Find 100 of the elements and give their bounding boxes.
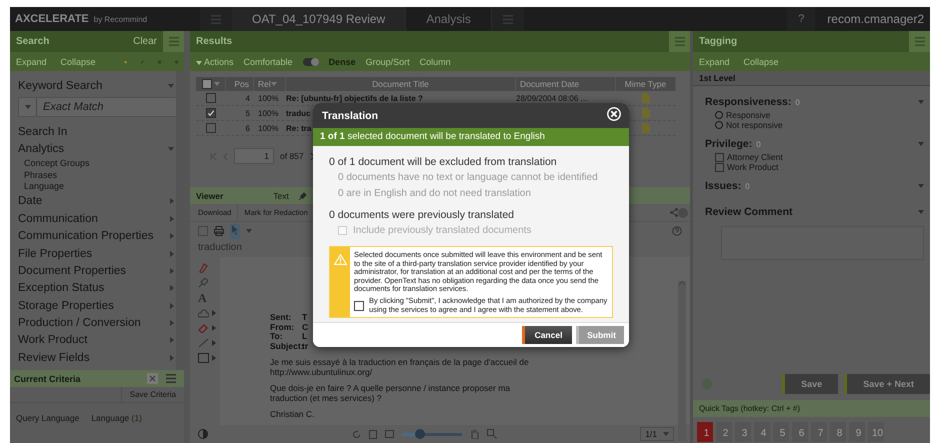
criteria-tab[interactable]: Query Language — [16, 413, 80, 423]
facet-item[interactable]: Document Properties — [18, 264, 126, 277]
column-header[interactable]: Rel — [254, 77, 286, 91]
facet-item[interactable]: Storage Properties — [18, 300, 114, 312]
criteria-tab[interactable]: Language (1) — [91, 413, 142, 423]
quick-tag[interactable]: 2 — [716, 422, 732, 442]
save-criteria-button[interactable]: Save Criteria — [120, 387, 184, 402]
quick-tag[interactable]: 9 — [849, 422, 865, 442]
email-field-label: To: — [270, 332, 284, 342]
highlighter-icon[interactable] — [198, 263, 208, 273]
row-checkbox[interactable] — [206, 123, 216, 133]
email-field-label: From: — [270, 322, 296, 332]
toolbar-link[interactable]: Collapse — [744, 56, 779, 66]
sub-facet-link[interactable]: Concept Groups — [18, 158, 174, 170]
save-button[interactable]: Save + Next — [844, 374, 930, 394]
print-icon[interactable] — [214, 226, 224, 236]
sub-facet-link[interactable]: Phrases — [18, 170, 174, 182]
caret-icon — [170, 268, 174, 274]
sub-facet-link[interactable]: Language — [18, 181, 174, 193]
facet-item[interactable]: Date — [18, 195, 42, 208]
table-cell-text: 28/09/2004 08:06 ... — [516, 94, 588, 102]
clear-button[interactable]: Clear — [127, 36, 163, 47]
user-menu[interactable]: recom.cmanager2 — [815, 7, 930, 31]
quick-tag[interactable]: 1 — [697, 422, 713, 442]
select-all-checkbox[interactable] — [202, 79, 212, 89]
cancel-button[interactable]: Cancel — [522, 326, 572, 344]
menu-button[interactable] — [163, 31, 184, 52]
column-header[interactable]: Document Title — [286, 77, 516, 91]
option-label: Work Product — [727, 162, 778, 172]
cloud-icon[interactable] — [198, 308, 209, 318]
quick-tag[interactable]: 5 — [773, 422, 789, 442]
zoom-icon[interactable] — [486, 429, 497, 439]
close-button[interactable] — [607, 107, 621, 124]
hand-icon[interactable] — [470, 429, 479, 439]
facet-item[interactable]: Exception Status — [18, 282, 104, 294]
menu-button[interactable] — [909, 31, 930, 52]
pin-icon[interactable] — [298, 192, 307, 200]
table-cell: Re: [ubuntu-fr] objectifs de la liste ? — [286, 94, 423, 102]
column-header[interactable]: Pos — [226, 77, 254, 91]
quick-tag[interactable]: 6 — [792, 422, 808, 442]
facet-item[interactable]: Communication Properties — [18, 230, 154, 242]
contrast-icon[interactable] — [198, 429, 208, 439]
next-page-icon[interactable] — [310, 152, 315, 160]
quick-tag[interactable]: 10 — [868, 422, 884, 442]
toolbar-link[interactable]: Group/Sort — [366, 56, 410, 66]
radio-button[interactable] — [715, 111, 723, 119]
save-button[interactable]: Save — [782, 374, 838, 394]
radio-button[interactable] — [715, 121, 723, 129]
facet-item[interactable]: File Properties — [18, 248, 92, 260]
rectangle-icon[interactable] — [198, 353, 209, 363]
option-label: Responsive — [726, 110, 770, 120]
facet-item[interactable]: Communication — [18, 212, 98, 225]
table-cell-text: 100% — [257, 124, 280, 132]
caret-icon — [170, 320, 174, 326]
toggle-label: Comfortable — [244, 56, 293, 66]
column-header[interactable]: Mime Type — [616, 77, 676, 91]
quick-tag[interactable]: 8 — [830, 422, 846, 442]
help-icon[interactable] — [672, 226, 682, 236]
app-menu-button[interactable] — [492, 7, 524, 31]
toolbar-link[interactable]: Column — [420, 56, 451, 66]
quick-tag[interactable]: 4 — [754, 422, 770, 442]
option-label: Not responsive — [726, 120, 783, 130]
facet-item[interactable]: Production / Conversion — [18, 317, 141, 330]
panel-title: Search — [16, 36, 50, 47]
share-icon[interactable] — [670, 208, 678, 217]
toolbar-link[interactable]: Expand — [699, 56, 730, 66]
email-paragraph: Christian C. — [270, 409, 316, 419]
search-field[interactable]: Exact Match — [37, 100, 184, 114]
quick-tag[interactable]: 3 — [735, 422, 751, 442]
facet-item[interactable]: Review Fields — [18, 352, 90, 364]
actions-menu[interactable]: Actions — [196, 56, 234, 66]
row-checkbox[interactable] — [206, 108, 216, 118]
eraser-icon[interactable] — [198, 323, 209, 333]
page-selector[interactable]: 1/1 — [640, 427, 674, 441]
toolbar-link[interactable]: Collapse — [60, 56, 96, 66]
help-button[interactable]: ? — [787, 7, 816, 31]
close-icon — [149, 375, 156, 382]
email-field-value: tr — [302, 342, 308, 350]
facet-item[interactable]: Work Product — [18, 334, 88, 346]
menu-button[interactable] — [669, 31, 690, 52]
quick-tag[interactable]: 7 — [811, 422, 827, 442]
facet-item[interactable]: Analytics — [18, 143, 64, 156]
tab-list-button[interactable] — [200, 7, 232, 31]
page-field[interactable]: 1 — [234, 148, 274, 164]
app-tab[interactable]: OAT_04_107949 Review — [232, 7, 406, 31]
slider-thumb[interactable] — [414, 429, 425, 439]
column-header[interactable]: Document Date — [516, 77, 616, 91]
checkbox[interactable] — [715, 152, 724, 162]
logo-subtitle: by Recommind — [94, 15, 148, 24]
rotate-icon[interactable] — [352, 430, 361, 438]
density-toggle[interactable] — [302, 58, 319, 66]
save-icon[interactable] — [198, 226, 208, 236]
pin-tool-icon[interactable] — [198, 278, 208, 288]
line-icon[interactable] — [198, 338, 209, 348]
toolbar-link[interactable]: Expand — [16, 56, 47, 66]
pointer-button[interactable] — [230, 224, 240, 238]
consent-checkbox[interactable] — [354, 300, 364, 311]
row-checkbox[interactable] — [206, 93, 216, 103]
table-cell-text: 100% — [257, 108, 280, 118]
checkbox[interactable] — [715, 162, 724, 172]
